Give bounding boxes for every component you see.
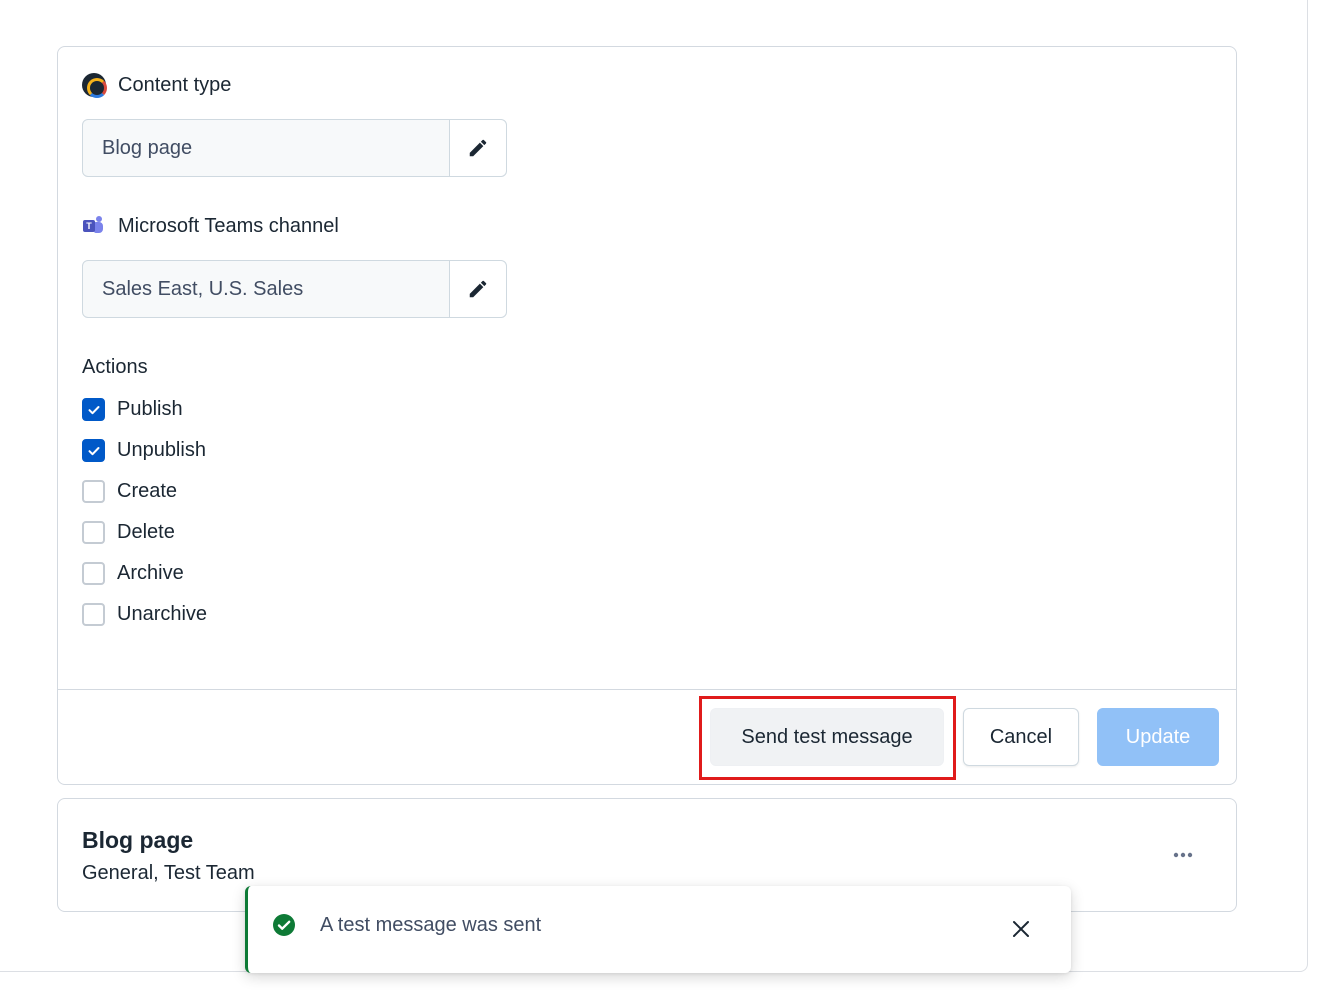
delete-checkbox[interactable] <box>82 521 105 544</box>
footer-divider <box>58 689 1236 690</box>
toast-message: A test message was sent <box>320 914 542 936</box>
toast-close-button[interactable] <box>1008 916 1034 942</box>
content-type-field: Blog page <box>82 119 507 177</box>
content-type-label-text: Content type <box>118 73 232 96</box>
action-label: Publish <box>117 398 183 420</box>
action-label: Archive <box>117 562 184 584</box>
action-unarchive[interactable]: Unarchive <box>82 603 207 626</box>
unarchive-checkbox[interactable] <box>82 603 105 626</box>
action-label: Create <box>117 480 178 502</box>
edit-teams-channel-button[interactable] <box>449 261 506 317</box>
success-check-icon <box>273 914 295 936</box>
cancel-button[interactable]: Cancel <box>963 708 1079 766</box>
teams-channel-label: T Microsoft Teams channel <box>82 214 339 238</box>
more-options-button[interactable] <box>1168 843 1198 867</box>
success-toast: A test message was sent <box>245 886 1071 973</box>
teams-channel-value: Sales East, U.S. Sales <box>102 278 304 300</box>
checkmark-icon <box>88 405 99 414</box>
archive-checkbox[interactable] <box>82 562 105 585</box>
summary-title: Blog page <box>82 827 194 853</box>
action-label: Unpublish <box>117 439 206 461</box>
contentful-logo-icon <box>82 73 107 98</box>
action-label: Unarchive <box>117 603 208 625</box>
actions-heading: Actions <box>82 356 148 378</box>
checkmark-icon <box>88 446 99 455</box>
summary-subtitle: General, Test Team <box>82 862 255 884</box>
action-archive[interactable]: Archive <box>82 562 184 585</box>
edit-content-type-button[interactable] <box>449 120 506 176</box>
content-type-value: Blog page <box>102 137 193 159</box>
action-label: Delete <box>117 521 175 543</box>
teams-channel-label-text: Microsoft Teams channel <box>118 214 339 237</box>
more-horizontal-icon <box>1173 852 1193 858</box>
close-icon <box>1013 921 1029 937</box>
microsoft-teams-icon: T <box>82 214 106 238</box>
teams-channel-field: Sales East, U.S. Sales <box>82 260 507 318</box>
pencil-icon <box>469 280 487 298</box>
create-checkbox[interactable] <box>82 480 105 503</box>
action-publish[interactable]: Publish <box>82 398 183 421</box>
pencil-icon <box>469 139 487 157</box>
unpublish-checkbox[interactable] <box>82 439 105 462</box>
update-button[interactable]: Update <box>1097 708 1219 766</box>
action-create[interactable]: Create <box>82 480 177 503</box>
action-unpublish[interactable]: Unpublish <box>82 439 206 462</box>
action-delete[interactable]: Delete <box>82 521 175 544</box>
content-type-label: Content type <box>82 73 232 98</box>
notification-editor-card: Content type Blog page T Microsoft Teams… <box>57 46 1237 785</box>
publish-checkbox[interactable] <box>82 398 105 421</box>
send-test-message-button[interactable]: Send test message <box>710 708 944 766</box>
